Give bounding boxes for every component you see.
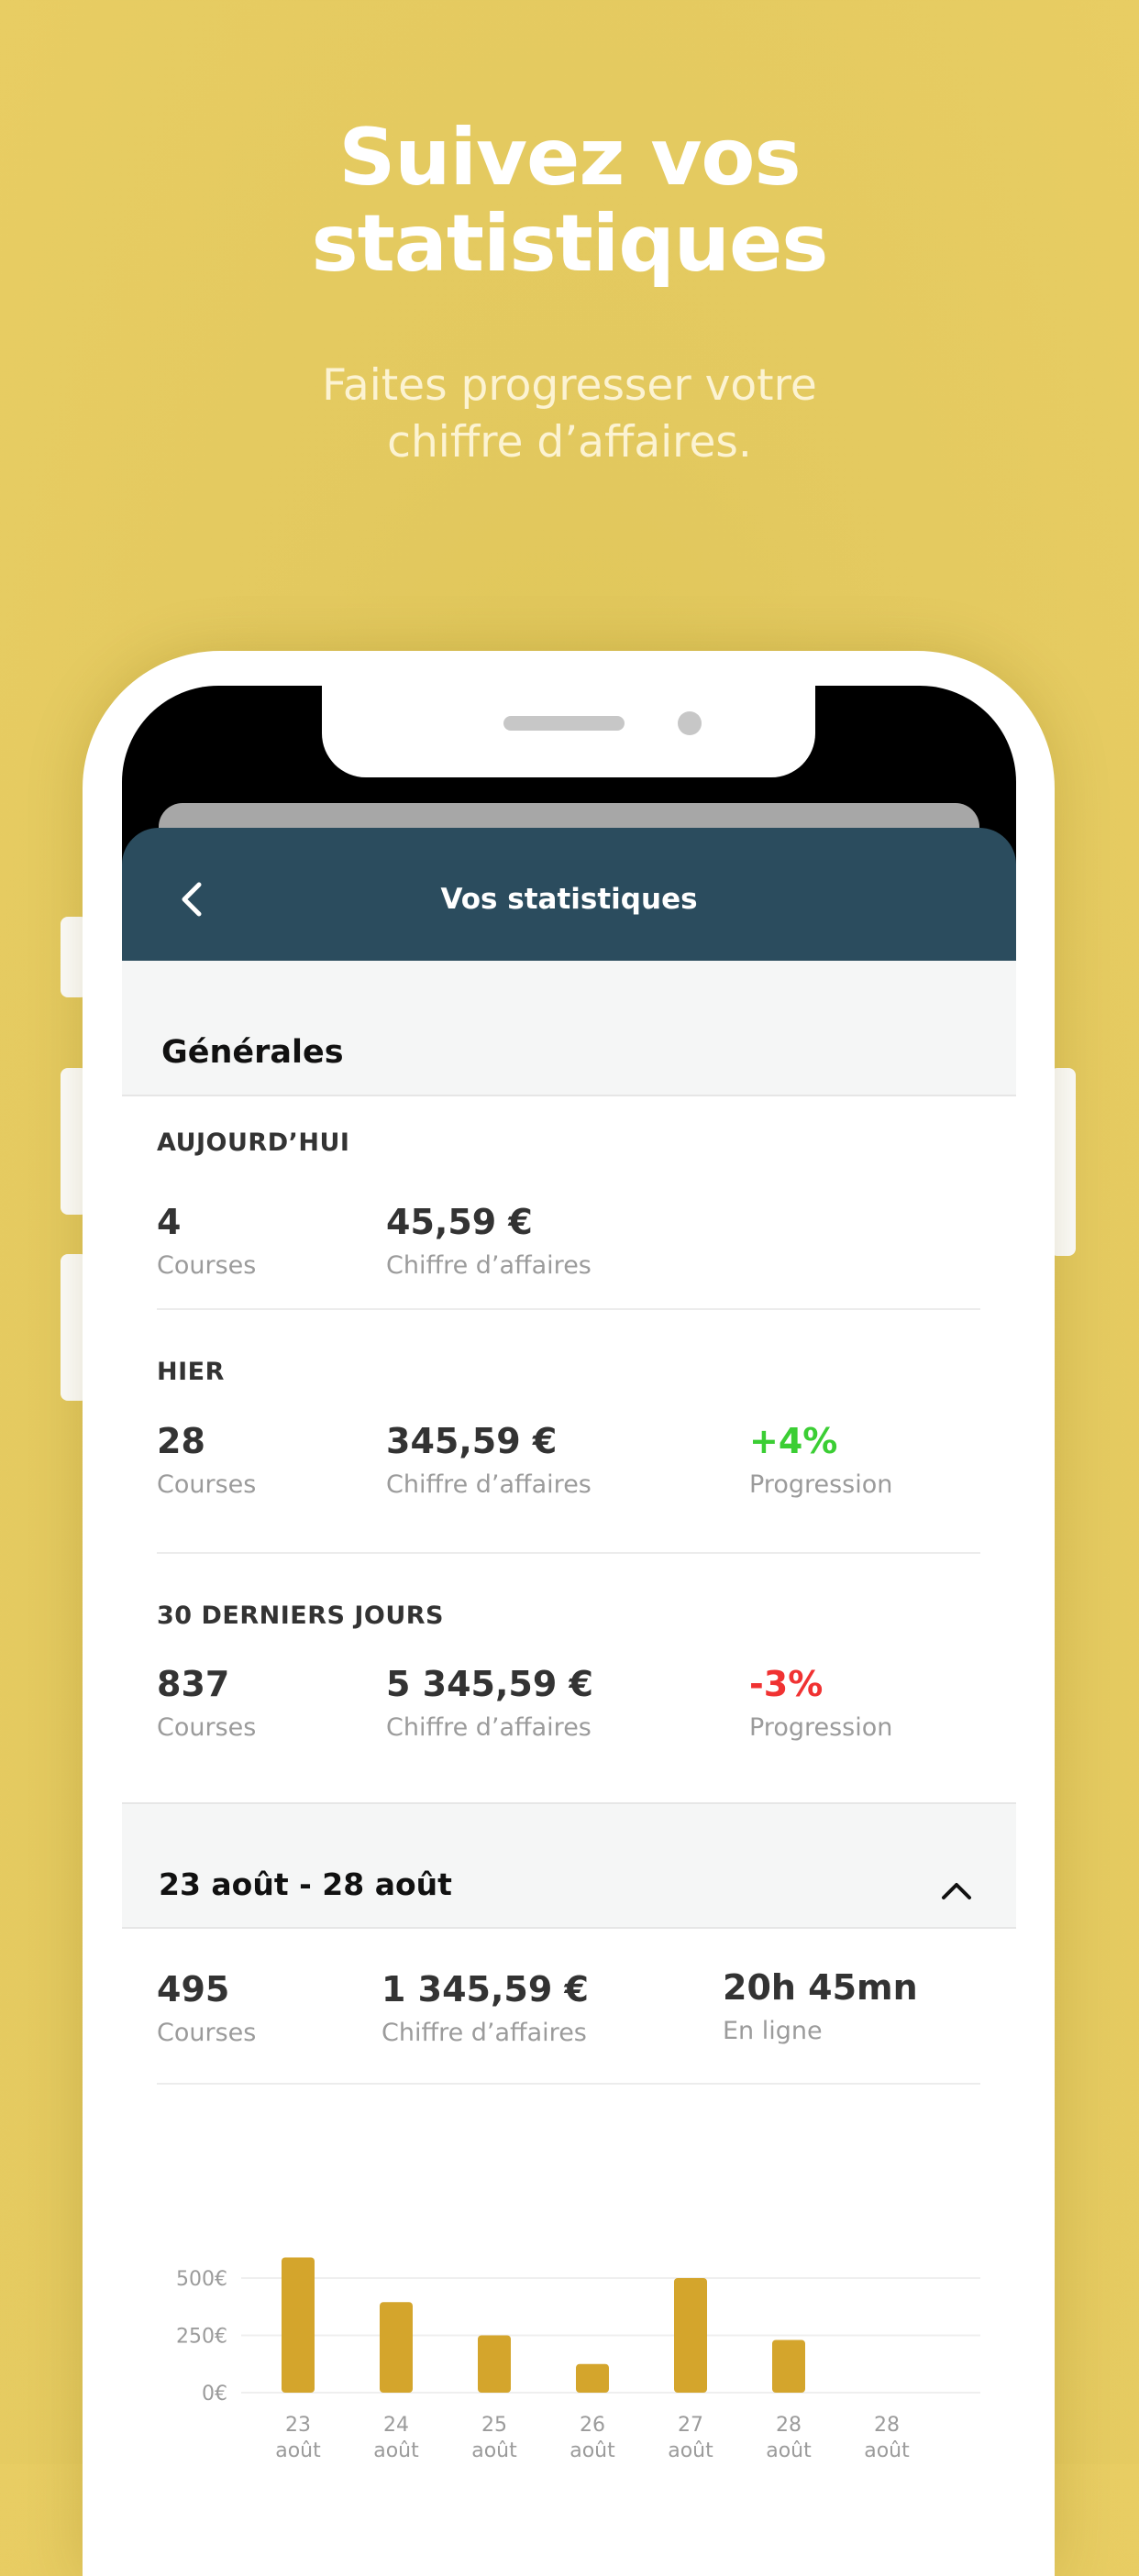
chart-x-tick-label: 28 — [776, 2414, 802, 2437]
chart-bar — [674, 2278, 707, 2393]
chart-y-tick-label: 250€ — [176, 2326, 227, 2349]
chart-x-tick-label: août — [570, 2439, 615, 2462]
chart-y-tick-label: 0€ — [202, 2383, 227, 2405]
promo-title: Suivez vos statistiques — [0, 115, 1139, 287]
chart-bar — [478, 2335, 511, 2393]
chart-x-tick-label: 28 — [874, 2414, 900, 2437]
promo-subtitle-line-1: Faites progresser votre — [322, 360, 817, 411]
promo-title-line-1: Suivez vos — [338, 112, 801, 204]
chart-x-tick-label: 23 — [285, 2414, 311, 2437]
chart-x-tick-label: août — [471, 2439, 517, 2462]
chart-x-tick-label: août — [864, 2439, 910, 2462]
chart-x-tick-label: août — [766, 2439, 812, 2462]
chart-bar — [772, 2339, 805, 2393]
phone-notch — [322, 686, 815, 777]
chart-x-tick-label: 24 — [383, 2414, 409, 2437]
phone-camera — [678, 711, 702, 735]
promo-subtitle: Faites progresser votre chiffre d’affair… — [0, 358, 1139, 471]
chart-bar — [380, 2302, 413, 2393]
page-title: Vos statistiques — [440, 883, 698, 916]
chart-x-tick-label: août — [373, 2439, 419, 2462]
promo-title-line-2: statistiques — [311, 198, 829, 290]
phone-screen: Vos statistiques Générales AUJOURD’HUI 4… — [122, 686, 1016, 2482]
chart-x-tick-label: 26 — [580, 2414, 605, 2437]
chart-bar — [576, 2363, 609, 2393]
phone-speaker — [503, 716, 625, 731]
promo-subtitle-line-2: chiffre d’affaires. — [387, 417, 752, 468]
revenue-bar-chart: 0€250€500€23août24août25août26août27août… — [176, 2257, 980, 2462]
stats-content: Générales AUJOURD’HUI 4 Courses 45,59 € … — [122, 961, 1016, 2482]
chart-bar — [282, 2257, 315, 2393]
chart-x-tick-label: 25 — [481, 2414, 507, 2437]
app-header: Vos statistiques — [122, 828, 1016, 961]
chart-y-tick-label: 500€ — [176, 2268, 227, 2291]
chart-x-tick-label: 27 — [678, 2414, 703, 2437]
chart-x-tick-label: août — [668, 2439, 713, 2462]
chart-x-tick-label: août — [275, 2439, 321, 2462]
